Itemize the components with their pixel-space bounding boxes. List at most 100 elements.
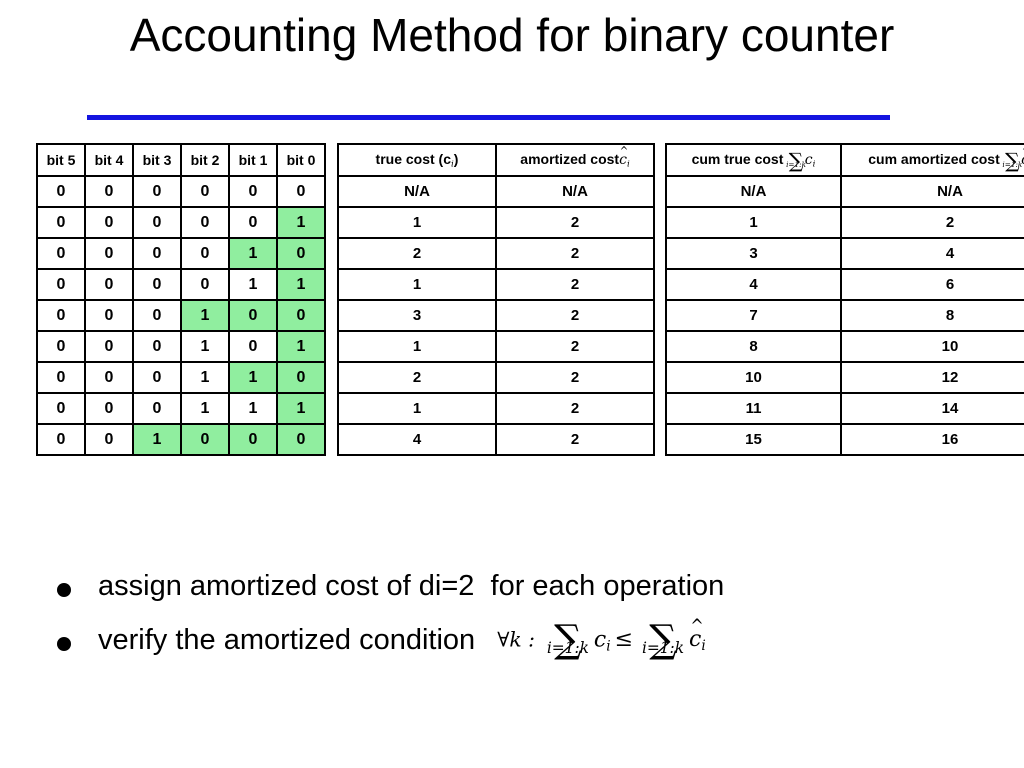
bits-body: 0000000000010000100000110001000001010001…: [36, 175, 326, 456]
c-hat-symbol: ci: [619, 152, 630, 169]
col-header-cum-amortized-cost: cum amortized cost ∑i=1:kci: [840, 143, 1024, 177]
bits-header-row: bit 5 bit 4 bit 3 bit 2 bit 1 bit 0: [36, 143, 326, 177]
true-cost-tail: ): [453, 150, 459, 167]
title-block: Accounting Method for binary counter: [0, 6, 1024, 64]
c-hat-symbol: ci: [689, 627, 706, 654]
bit-cell-4: 0: [84, 361, 134, 394]
bit-cell-1: 0: [228, 206, 278, 239]
table-row: 32: [337, 299, 655, 332]
bit-cell-3: 0: [132, 175, 182, 208]
less-equal-operator: ≤: [614, 627, 634, 653]
amortized-cost-cell: 2: [495, 423, 655, 456]
bit-cell-3: 0: [132, 392, 182, 425]
bit-cell-1: 0: [228, 299, 278, 332]
true-cost-cell: N/A: [337, 175, 497, 208]
table-row: 34: [665, 237, 1024, 270]
bit-cell-1: 1: [228, 392, 278, 425]
table-row: 000010: [36, 237, 326, 270]
bit-cell-1: 1: [228, 268, 278, 301]
table-row: N/A N/A: [337, 175, 655, 208]
list-item: verify the amortized condition ∀k : ∑ i=1…: [57, 620, 1017, 660]
true-cost-cell: 2: [337, 237, 497, 270]
bit-cell-1: 0: [228, 330, 278, 363]
bit-cell-5: 0: [36, 206, 86, 239]
bit-cell-5: 0: [36, 299, 86, 332]
table-row: 8 10: [665, 330, 1024, 363]
bit-cell-5: 0: [36, 237, 86, 270]
table-row: 001000: [36, 423, 326, 456]
cum-true-cost-cell: 7: [665, 299, 842, 332]
col-header-bit-4: bit 4: [84, 143, 134, 177]
table-row: 000001: [36, 206, 326, 239]
table-row: 000100: [36, 299, 326, 332]
true-cost-cell: 1: [337, 392, 497, 425]
bit-cell-4: 0: [84, 237, 134, 270]
bit-cell-1: 1: [228, 361, 278, 394]
table-row: 22: [337, 237, 655, 270]
bit-cell-2: 0: [180, 268, 230, 301]
cum-true-cost-cell: N/A: [665, 175, 842, 208]
bit-cell-4: 0: [84, 423, 134, 456]
bit-cell-1: 0: [228, 423, 278, 456]
cum-amortized-cost-cell: 10: [840, 330, 1024, 363]
bullet-text-verify-condition: verify the amortized condition: [98, 624, 476, 656]
bit-cell-0: 1: [276, 392, 326, 425]
cum-amortized-cost-cell: 2: [840, 206, 1024, 239]
table-row: 11 14: [665, 392, 1024, 425]
amortized-cost-cell: 2: [495, 330, 655, 363]
cost-columns-table: true cost (ci) amortized costci N/AN/A12…: [337, 143, 655, 456]
bit-cell-1: 0: [228, 175, 278, 208]
bit-cell-3: 0: [132, 330, 182, 363]
bit-cell-2: 0: [180, 175, 230, 208]
table-row: 15 16: [665, 423, 1024, 456]
true-cost-cell: 1: [337, 206, 497, 239]
cost-header-row: true cost (ci) amortized costci: [337, 143, 655, 177]
forall-quantifier: ∀k :: [497, 627, 535, 652]
bit-cell-2: 1: [180, 361, 230, 394]
cum-true-cost-cell: 10: [665, 361, 842, 394]
bit-cell-1: 1: [228, 237, 278, 270]
amortized-cost-cell: 2: [495, 361, 655, 394]
binary-counter-bits-table: bit 5 bit 4 bit 3 bit 2 bit 1 bit 0 0000…: [36, 143, 326, 456]
bit-cell-4: 0: [84, 268, 134, 301]
table-row: 12: [337, 268, 655, 301]
bit-cell-3: 0: [132, 299, 182, 332]
table-row: 22: [337, 361, 655, 394]
col-header-bit-2: bit 2: [180, 143, 230, 177]
cum-amortized-cost-cell: 6: [840, 268, 1024, 301]
table-row: 000000: [36, 175, 326, 208]
table-row: 12: [337, 206, 655, 239]
col-header-bit-1: bit 1: [228, 143, 278, 177]
table-row: 78: [665, 299, 1024, 332]
bit-cell-2: 1: [180, 330, 230, 363]
summation-icon: ∑ i=1:k: [1002, 148, 1023, 173]
true-cost-cell: 2: [337, 361, 497, 394]
amortized-cost-cell: 2: [495, 392, 655, 425]
table-row: 12: [665, 206, 1024, 239]
bit-cell-3: 1: [132, 423, 182, 456]
bit-cell-0: 0: [276, 299, 326, 332]
title-underline-rule: [87, 115, 890, 120]
table-row: 000011: [36, 268, 326, 301]
bit-cell-5: 0: [36, 392, 86, 425]
bit-cell-2: 0: [180, 206, 230, 239]
bit-cell-2: 0: [180, 423, 230, 456]
col-header-true-cost: true cost (ci): [337, 143, 497, 177]
bullet-dot-icon: [57, 637, 71, 651]
bit-cell-4: 0: [84, 330, 134, 363]
cum-true-cost-cell: 8: [665, 330, 842, 363]
cumulative-body: N/A N/A 1 2 3 4 4 6 7 8 8 10 10 12 11 14 15 16: [665, 175, 1024, 456]
amortized-cost-cell: 2: [495, 268, 655, 301]
cost-body: N/A N/A 1 2 2 2 1 2 3 2 1 2 2 2 1 2 4 2: [337, 175, 655, 456]
bit-cell-0: 1: [276, 206, 326, 239]
table-row: 42: [337, 423, 655, 456]
bullet-list: assign amortized cost of di=2 for each o…: [57, 566, 1017, 674]
table-row: 12: [337, 330, 655, 363]
cum-amortized-cost-cell: 8: [840, 299, 1024, 332]
true-cost-cell: 1: [337, 330, 497, 363]
true-cost-cell: 1: [337, 268, 497, 301]
bit-cell-0: 1: [276, 268, 326, 301]
table-row: N/A N/A: [665, 175, 1024, 208]
bit-cell-3: 0: [132, 237, 182, 270]
bit-cell-3: 0: [132, 361, 182, 394]
